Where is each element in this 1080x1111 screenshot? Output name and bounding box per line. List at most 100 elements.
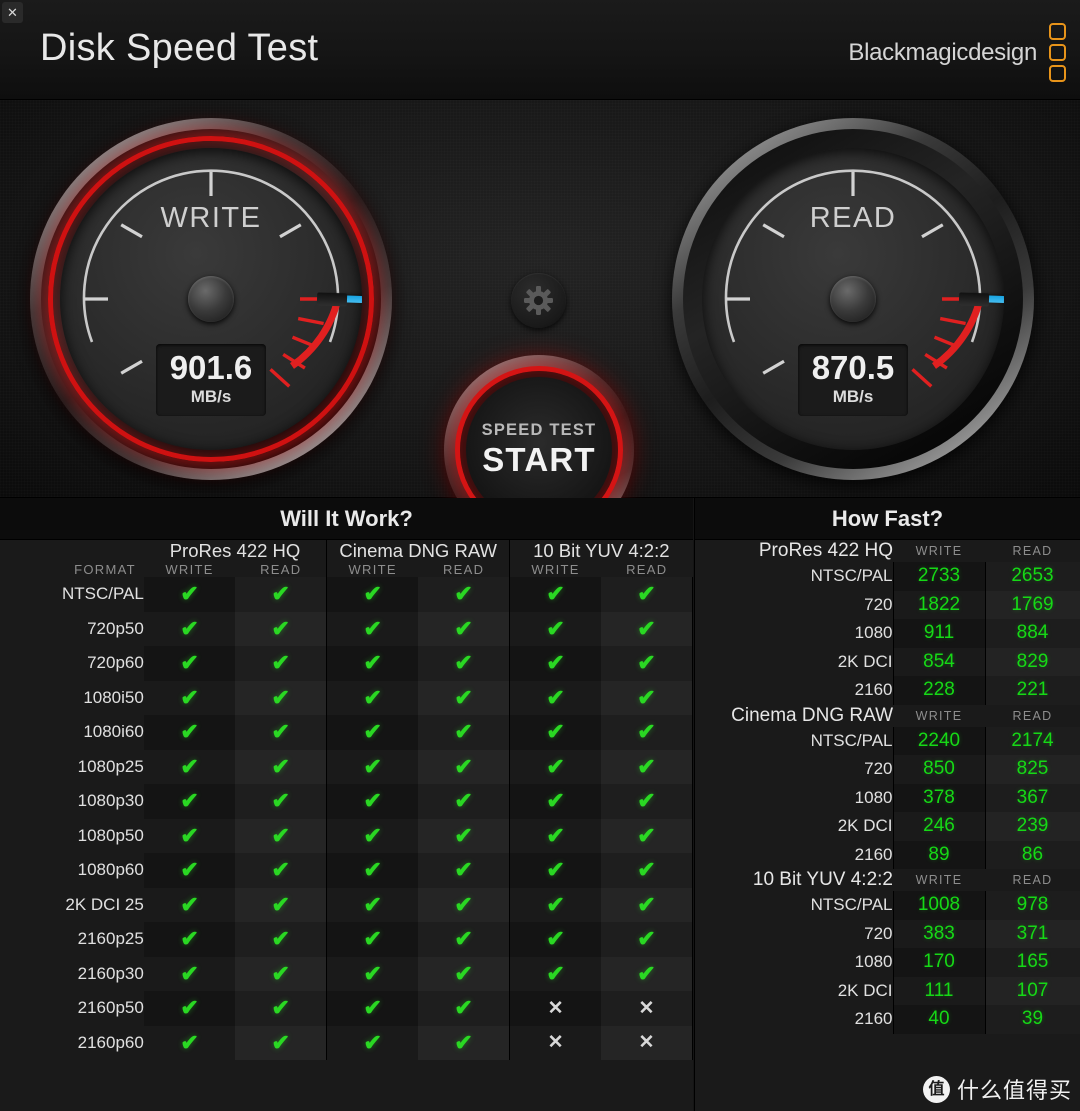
check-icon: ✔ bbox=[454, 753, 473, 779]
sub-header: READ bbox=[235, 562, 327, 577]
resolution-label: 2K DCI bbox=[837, 651, 893, 671]
check-icon: ✔ bbox=[180, 891, 199, 917]
sub-header: WRITE bbox=[915, 873, 963, 887]
check-icon: ✔ bbox=[363, 995, 382, 1021]
support-cell: ✔ bbox=[601, 922, 694, 957]
write-gauge-label: WRITE bbox=[160, 202, 262, 234]
support-cell: ✔ bbox=[601, 715, 694, 750]
write-gauge-face: WRITE 901.6 MB/s bbox=[60, 148, 362, 450]
check-icon: ✔ bbox=[271, 822, 290, 848]
table-row: NTSC/PAL ✔ ✔ ✔ ✔ ✔ ✔ bbox=[0, 577, 694, 612]
check-icon: ✔ bbox=[180, 753, 199, 779]
support-cell: ✔ bbox=[509, 680, 602, 715]
check-icon: ✔ bbox=[637, 926, 656, 952]
check-icon: ✔ bbox=[546, 719, 565, 745]
table-row: NTSC/PAL 2240 2174 bbox=[695, 726, 1080, 755]
write-speed-value: 911 bbox=[892, 619, 985, 648]
sub-header: WRITE bbox=[509, 562, 602, 577]
start-button-main-label: START bbox=[482, 441, 596, 478]
write-gauge-hub bbox=[188, 276, 234, 322]
check-icon: ✔ bbox=[271, 650, 290, 676]
resolution-label: NTSC/PAL bbox=[810, 730, 893, 750]
check-icon: ✔ bbox=[546, 650, 565, 676]
watermark-logo: 值 bbox=[922, 1075, 950, 1103]
support-cell: ✔ bbox=[326, 991, 419, 1026]
write-speed-value: 1008 bbox=[892, 891, 985, 920]
section-name: 10 Bit YUV 4:2:2 bbox=[752, 869, 893, 890]
how-fast-title: How Fast? bbox=[831, 505, 944, 531]
how-fast-panel: How Fast? ProRes 422 HQ WRITE READ NTSC/PAL… bbox=[694, 498, 1080, 1111]
table-row: 720 383 371 bbox=[695, 919, 1080, 948]
sub-header: READ bbox=[418, 562, 510, 577]
write-speed-value: 383 bbox=[892, 919, 985, 948]
check-icon: ✔ bbox=[363, 788, 382, 814]
table-row: NTSC/PAL 2733 2653 bbox=[695, 562, 1080, 591]
support-cell: ✔ bbox=[326, 577, 419, 612]
group-header: 10 Bit YUV 4:2:2 bbox=[509, 540, 693, 562]
read-gauge-face: READ 870.5 MB/s bbox=[702, 148, 1004, 450]
sub-header: WRITE bbox=[915, 544, 963, 558]
start-button-top-label: SPEED TEST bbox=[481, 421, 597, 439]
support-cell: ✔ bbox=[509, 646, 602, 681]
check-icon: ✔ bbox=[454, 891, 473, 917]
check-icon: ✔ bbox=[271, 581, 290, 607]
format-label: 1080p25 bbox=[0, 749, 144, 784]
check-icon: ✔ bbox=[363, 753, 382, 779]
gear-icon[interactable] bbox=[511, 273, 566, 328]
support-cell: ✔ bbox=[601, 887, 694, 922]
format-header: FORMAT bbox=[0, 562, 144, 577]
table-row: 2K DCI 111 107 bbox=[695, 976, 1080, 1005]
check-icon: ✔ bbox=[637, 788, 656, 814]
format-label: 2160p60 bbox=[0, 1025, 144, 1060]
support-cell: ✔ bbox=[418, 922, 510, 957]
table-row: 1080p25 ✔ ✔ ✔ ✔ ✔ ✔ bbox=[0, 749, 694, 784]
read-speed-value: 884 bbox=[984, 619, 1080, 648]
check-icon: ✔ bbox=[454, 822, 473, 848]
check-icon: ✔ bbox=[637, 615, 656, 641]
results-area: Will It Work? ProRes 422 HQ Cinema DNG RA… bbox=[0, 498, 1080, 1111]
disk-speed-test-window: ✕ Disk Speed Test Blackmagicdesign WRITE… bbox=[0, 0, 1080, 1111]
check-icon: ✔ bbox=[546, 891, 565, 917]
support-cell: ✔ bbox=[418, 715, 510, 750]
support-cell: ✔ bbox=[235, 611, 327, 646]
close-icon[interactable]: ✕ bbox=[2, 2, 23, 23]
check-icon: ✔ bbox=[271, 891, 290, 917]
table-row: 2160p30 ✔ ✔ ✔ ✔ ✔ ✔ bbox=[0, 956, 694, 991]
support-cell: ✔ bbox=[601, 577, 694, 612]
brand-logo: Blackmagicdesign bbox=[848, 23, 1066, 82]
check-icon: ✔ bbox=[637, 650, 656, 676]
resolution-label: 720 bbox=[864, 759, 893, 779]
read-speed-value: 39 bbox=[984, 1005, 1080, 1034]
write-speed-value: 111 bbox=[892, 976, 985, 1005]
support-cell: ✔ bbox=[326, 646, 419, 681]
support-cell: ✔ bbox=[143, 749, 236, 784]
check-icon: ✔ bbox=[271, 753, 290, 779]
cross-icon: ✕ bbox=[547, 1032, 564, 1054]
write-value: 901.6 bbox=[169, 349, 253, 387]
check-icon: ✔ bbox=[546, 581, 565, 607]
check-icon: ✔ bbox=[180, 788, 199, 814]
check-icon: ✔ bbox=[180, 926, 199, 952]
support-cell: ✔ bbox=[418, 646, 510, 681]
table-row: 2K DCI 246 239 bbox=[695, 812, 1080, 841]
check-icon: ✔ bbox=[637, 891, 656, 917]
support-cell: ✔ bbox=[143, 715, 236, 750]
support-cell: ✕ bbox=[509, 1025, 602, 1060]
support-cell: ✔ bbox=[509, 956, 602, 991]
read-speed-value: 829 bbox=[984, 647, 1080, 676]
table-row: NTSC/PAL 1008 978 bbox=[695, 891, 1080, 920]
check-icon: ✔ bbox=[271, 926, 290, 952]
check-icon: ✔ bbox=[546, 926, 565, 952]
check-icon: ✔ bbox=[637, 753, 656, 779]
format-label: 1080p50 bbox=[0, 818, 144, 853]
check-icon: ✔ bbox=[454, 719, 473, 745]
read-gauge-hub bbox=[830, 276, 876, 322]
check-icon: ✔ bbox=[271, 960, 290, 986]
write-speed-value: 40 bbox=[892, 1005, 985, 1034]
support-cell: ✔ bbox=[143, 991, 236, 1026]
check-icon: ✔ bbox=[363, 650, 382, 676]
support-cell: ✔ bbox=[143, 887, 236, 922]
support-cell: ✔ bbox=[235, 715, 327, 750]
support-cell: ✔ bbox=[235, 749, 327, 784]
support-cell: ✔ bbox=[509, 887, 602, 922]
